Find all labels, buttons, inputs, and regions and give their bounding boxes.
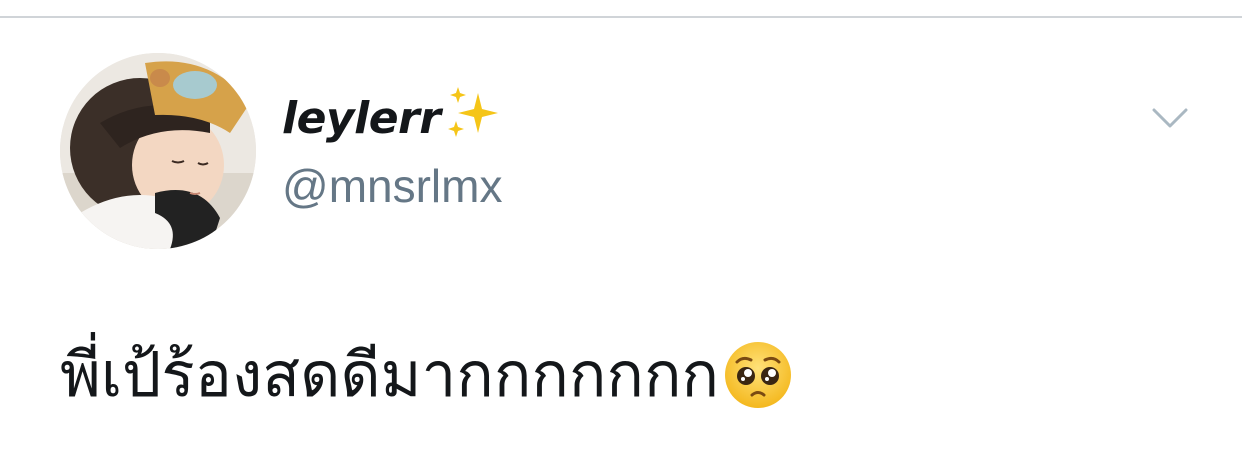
avatar[interactable] <box>60 53 256 249</box>
user-handle[interactable]: @mnsrlmx <box>282 156 502 216</box>
tweet-card[interactable]: leylerr @mnsrlmx พี่เป้ร้องสดดีมากกกกกกก <box>0 18 1242 468</box>
chevron-down-icon <box>1152 108 1188 128</box>
avatar-image <box>60 53 256 249</box>
author-name-row[interactable]: leylerr <box>282 85 504 148</box>
tweet-menu-button[interactable] <box>1148 100 1192 136</box>
tweet-text-content: พี่เป้ร้องสดดีมากกกกกกก <box>60 338 720 411</box>
sparkles-icon <box>442 85 504 143</box>
display-name[interactable]: leylerr <box>282 93 441 144</box>
tweet-text: พี่เป้ร้องสดดีมากกกกกกก <box>60 330 793 420</box>
pleading-face-icon <box>723 340 793 410</box>
